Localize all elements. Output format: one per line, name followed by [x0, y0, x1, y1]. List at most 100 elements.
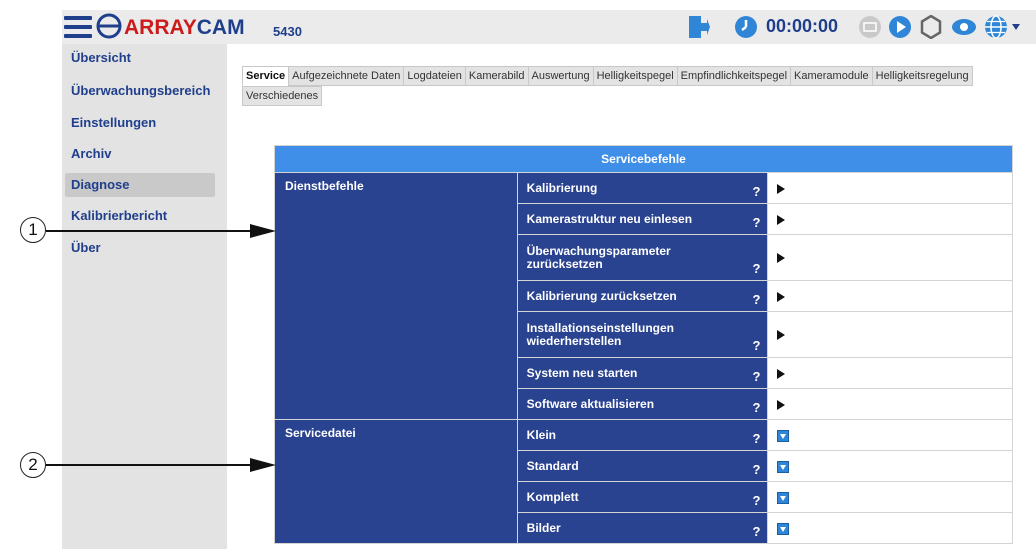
eye-icon[interactable]	[951, 15, 977, 39]
callout-1: 1	[20, 217, 46, 243]
callout-1-line	[46, 230, 252, 232]
callout-1-arrowhead	[250, 224, 276, 238]
clock-icon	[735, 16, 757, 38]
action-cell	[766, 512, 1013, 544]
command-label-cell: Kamerastruktur neu einlesen?	[516, 203, 768, 235]
settings-icon[interactable]	[919, 15, 943, 39]
tab-verschiedenes[interactable]: Verschiedenes	[242, 86, 323, 106]
action-cell	[766, 311, 1013, 358]
sidebar-item-uebersicht[interactable]: Übersicht	[62, 46, 227, 70]
top-bar: ARRAYCAM 5430 00:00:00	[62, 10, 1036, 44]
tab-aufgezeichnete-daten[interactable]: Aufgezeichnete Daten	[288, 66, 405, 86]
action-cell	[766, 172, 1013, 204]
command-label: Bilder	[526, 520, 561, 535]
clock-readout: 00:00:00	[766, 16, 839, 36]
command-label: Software aktualisieren	[526, 396, 655, 411]
command-label: Überwachungsparameter zurücksetzen	[526, 243, 671, 271]
sidebar-item-archiv[interactable]: Archiv	[62, 142, 227, 166]
command-label: Standard	[526, 458, 579, 473]
download-icon[interactable]	[776, 522, 789, 535]
logo-mark-icon	[96, 13, 122, 39]
service-commands-table: Servicebefehle Dienstbefehle Kalibrierun…	[274, 145, 1013, 544]
command-label-cell: Überwachungsparameter zurücksetzen?	[516, 234, 768, 281]
brand-name: ARRAYCAM	[124, 16, 245, 40]
sidebar-item-kalibrierbericht[interactable]: Kalibrierbericht	[62, 204, 227, 228]
app-window: ARRAYCAM 5430 00:00:00 Übersicht Überwac…	[0, 0, 1036, 549]
sidebar-item-ueber[interactable]: Über	[62, 236, 227, 260]
sidebar: Übersicht Überwachungsbereich Einstellun…	[62, 44, 227, 549]
globe-icon[interactable]	[984, 15, 1008, 39]
action-cell	[766, 234, 1013, 281]
tab-auswertung[interactable]: Auswertung	[527, 66, 594, 86]
help-icon[interactable]: ?	[753, 261, 761, 276]
command-label: Kalibrierung zurücksetzen	[526, 288, 677, 303]
group-dienstbefehle: Dienstbefehle	[274, 172, 518, 420]
sidebar-item-diagnose[interactable]: Diagnose	[65, 173, 215, 197]
command-label-cell: Klein?	[516, 419, 768, 451]
chevron-down-icon[interactable]	[1012, 24, 1020, 30]
tab-helligkeitspegel[interactable]: Helligkeitspegel	[592, 66, 678, 86]
command-label: System neu starten	[526, 365, 638, 380]
logout-icon[interactable]	[688, 15, 710, 39]
run-icon[interactable]	[776, 399, 785, 410]
command-label: Kalibrierung	[526, 180, 598, 195]
action-cell	[766, 280, 1013, 312]
help-icon[interactable]: ?	[753, 338, 761, 353]
callout-2-line	[46, 464, 252, 466]
play-icon[interactable]	[888, 15, 912, 39]
tab-kameramodule[interactable]: Kameramodule	[790, 66, 873, 86]
keyboard-icon[interactable]	[858, 15, 882, 39]
command-label-cell: Kalibrierung zurücksetzen?	[516, 280, 768, 312]
run-icon[interactable]	[776, 183, 785, 194]
help-icon[interactable]: ?	[753, 369, 761, 384]
help-icon[interactable]: ?	[753, 524, 761, 539]
command-label-cell: System neu starten?	[516, 357, 768, 389]
tab-kamerabild[interactable]: Kamerabild	[464, 66, 529, 86]
help-icon[interactable]: ?	[753, 493, 761, 508]
download-icon[interactable]	[776, 429, 789, 442]
command-label-cell: Software aktualisieren?	[516, 388, 768, 420]
tab-logdateien[interactable]: Logdateien	[403, 66, 466, 86]
command-label-cell: Kalibrierung?	[516, 172, 768, 204]
brand-cam: CAM	[196, 16, 245, 39]
download-icon[interactable]	[776, 491, 789, 504]
model-number: 5430	[273, 24, 302, 39]
tab-service[interactable]: Service	[242, 66, 290, 86]
table-title: Servicebefehle	[274, 145, 1013, 173]
action-cell	[766, 450, 1013, 482]
command-label: Klein	[526, 427, 556, 442]
help-icon[interactable]: ?	[753, 215, 761, 230]
run-icon[interactable]	[776, 291, 785, 302]
help-icon[interactable]: ?	[753, 431, 761, 446]
command-label: Installationseinstellungen wiederherstel…	[526, 320, 675, 348]
command-label-cell: Standard?	[516, 450, 768, 482]
action-cell	[766, 357, 1013, 389]
download-icon[interactable]	[776, 460, 789, 473]
help-icon[interactable]: ?	[753, 184, 761, 199]
sidebar-item-einstellungen[interactable]: Einstellungen	[62, 111, 227, 135]
run-icon[interactable]	[776, 253, 785, 264]
run-icon[interactable]	[776, 214, 785, 225]
menu-icon[interactable]	[64, 16, 92, 38]
help-icon[interactable]: ?	[753, 462, 761, 477]
brand-array: ARRAY	[124, 16, 197, 39]
run-icon[interactable]	[776, 330, 785, 341]
tab-bar: Service Aufgezeichnete Daten Logdateien Kam…	[242, 66, 1022, 106]
tab-helligkeitsregelung[interactable]: Helligkeitsregelung	[871, 66, 973, 86]
callout-2-arrowhead	[250, 458, 276, 472]
help-icon[interactable]: ?	[753, 400, 761, 415]
command-label-cell: Bilder?	[516, 512, 768, 544]
action-cell	[766, 388, 1013, 420]
action-cell	[766, 481, 1013, 513]
help-icon[interactable]: ?	[753, 292, 761, 307]
group-servicedatei: Servicedatei	[274, 419, 518, 544]
run-icon[interactable]	[776, 368, 785, 379]
command-label-cell: Installationseinstellungen wiederherstel…	[516, 311, 768, 358]
action-cell	[766, 419, 1013, 451]
command-label-cell: Komplett?	[516, 481, 768, 513]
tab-empfindlichkeitspegel[interactable]: Empfindlichkeitspegel	[676, 66, 792, 86]
callout-2: 2	[20, 452, 46, 478]
sidebar-item-ueberwachungsbereich[interactable]: Überwachungsbereich	[62, 79, 227, 103]
command-label: Komplett	[526, 489, 579, 504]
action-cell	[766, 203, 1013, 235]
